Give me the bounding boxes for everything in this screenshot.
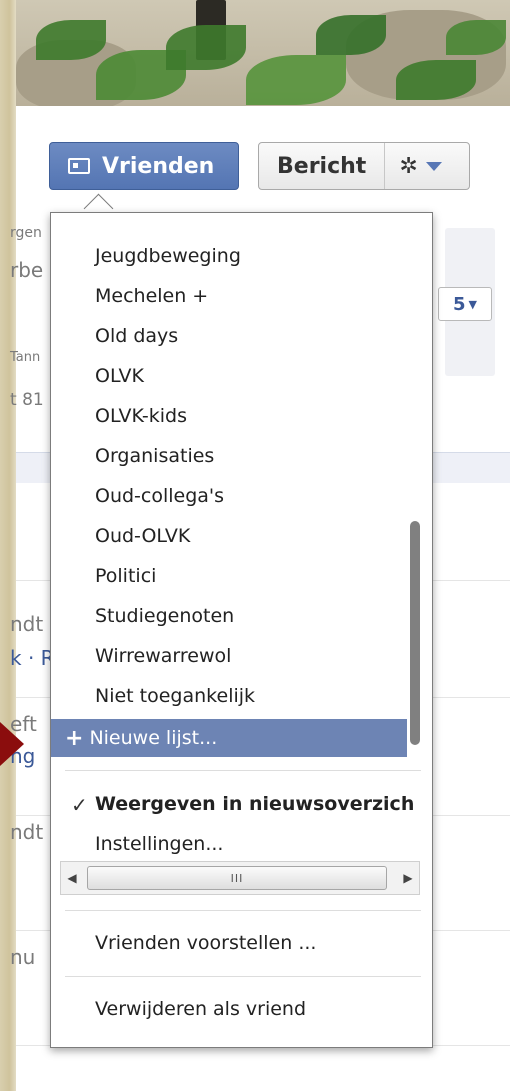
divider [65,770,421,771]
scroll-left-icon[interactable]: ◀ [61,862,83,894]
list-item[interactable]: Oud-collega's [95,485,224,507]
list-item[interactable]: OLVK-kids [95,405,187,427]
obscured-text: t 81 [10,390,44,410]
settings-item[interactable]: Instellingen... [95,833,223,855]
friends-button-label: Vrienden [102,153,215,179]
vertical-scrollbar[interactable] [410,521,420,745]
annotation-arrow [0,722,24,766]
obscured-text: rgen [10,225,42,241]
chevron-down-icon: ▼ [468,297,477,311]
checkmark-icon: ✓ [71,793,88,817]
horizontal-scrollbar[interactable]: ◀ III ▶ [60,861,420,895]
scrollbar-grip: III [230,871,244,885]
cover-photo [16,0,510,106]
friends-button[interactable]: Vrienden [49,142,239,190]
list-item[interactable]: Wirrewarrewol [95,645,231,667]
list-item[interactable]: OLVK [95,365,144,387]
left-border-strip [0,0,16,1091]
obscured-text: nu [10,945,36,969]
obscured-text: ndt [10,820,44,844]
list-item[interactable]: Organisaties [95,445,214,467]
obscured-link[interactable]: k · R [10,646,55,670]
count-dropdown-label: 5 [453,293,466,315]
scrollbar-thumb[interactable]: III [87,866,387,890]
divider [65,910,421,911]
obscured-text: rbe [10,258,44,282]
remove-friend-item[interactable]: Verwijderen als vriend [95,998,306,1020]
list-item[interactable]: Studiegenoten [95,605,234,627]
obscured-text: ndt [10,612,44,636]
list-item[interactable]: Oud-OLVK [95,525,190,547]
friend-list-icon [68,158,90,174]
list-item[interactable]: Old days [95,325,178,347]
friends-dropdown-menu: Jeugdbeweging Mechelen + Old days OLVK O… [50,212,433,1048]
list-item[interactable]: Niet toegankelijk [95,685,255,707]
list-item[interactable]: Mechelen + [95,285,208,307]
plus-icon: + [65,725,84,751]
obscured-text: Tann [10,350,41,365]
new-list-label: Nieuwe lijst... [89,727,218,749]
chevron-down-icon[interactable] [425,161,442,171]
new-list-item[interactable]: + Nieuwe lijst... [51,719,407,757]
suggest-friends-item[interactable]: Vrienden voorstellen ... [95,932,316,954]
count-dropdown[interactable]: 5 ▼ [438,287,492,321]
scroll-right-icon[interactable]: ▶ [397,862,419,894]
gear-icon[interactable]: ✲ [399,154,417,179]
message-button[interactable]: Bericht [259,143,386,189]
list-item[interactable]: Jeugdbeweging [95,245,241,267]
list-item[interactable]: Politici [95,565,156,587]
show-in-newsfeed-item[interactable]: Weergeven in nieuwsoverzich [95,793,414,815]
divider [65,976,421,977]
message-button-group: Bericht ✲ [258,142,470,190]
